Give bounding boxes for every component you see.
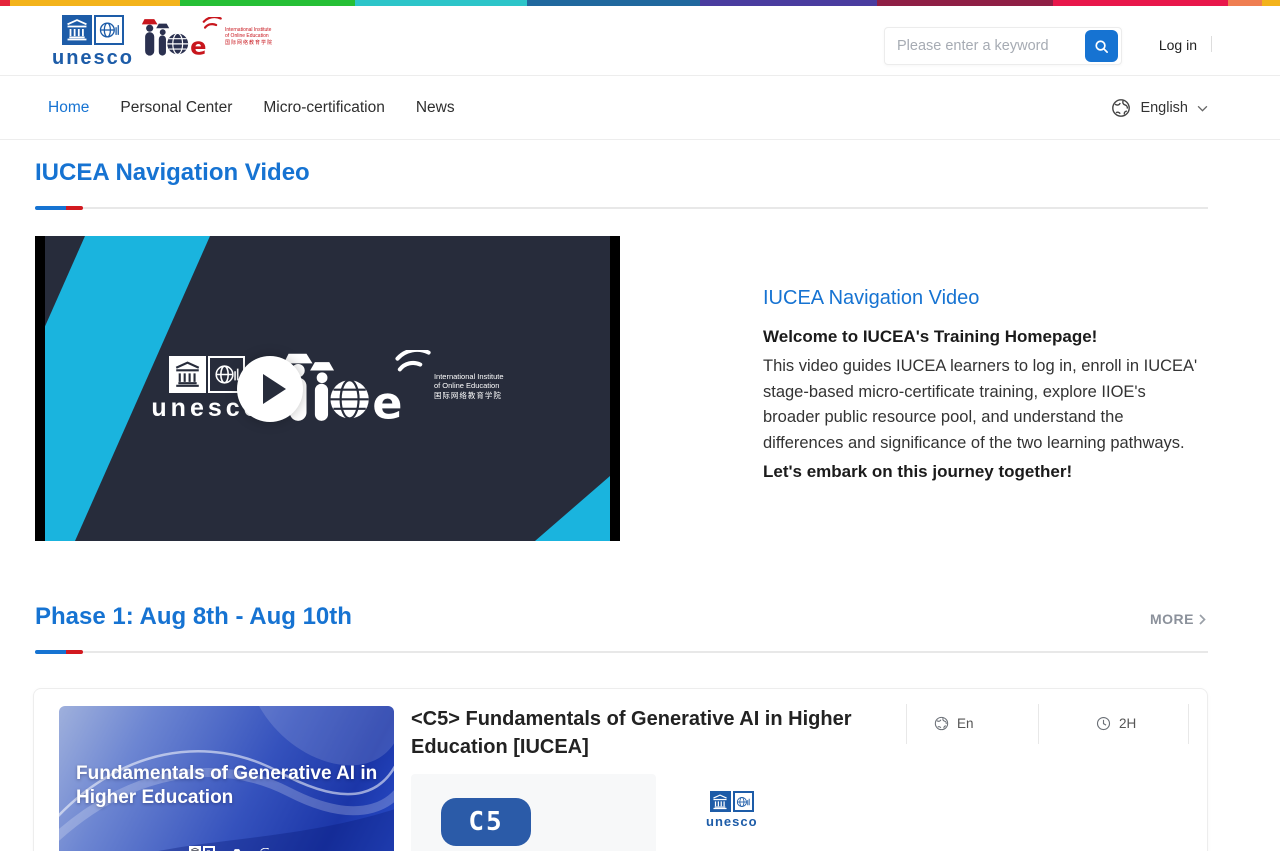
course-badge-panel: C5 xyxy=(411,774,656,851)
search-input[interactable] xyxy=(885,38,1085,54)
unesco-temple-icon xyxy=(169,356,206,393)
clock-icon xyxy=(1096,716,1111,731)
iioe-mark-icon xyxy=(136,17,222,59)
video-section-title: IUCEA Navigation Video xyxy=(35,159,310,187)
iioe-caption: International Institute of Online Educat… xyxy=(225,27,273,46)
iioe-caption-line2: of Online Education xyxy=(434,381,504,390)
course-language: En xyxy=(934,716,974,731)
course-language-label: En xyxy=(957,716,974,731)
cover-title-text: Fundamentals of Generative AI in Higher … xyxy=(76,762,378,810)
globe-icon xyxy=(1111,98,1131,118)
search-icon xyxy=(1094,39,1109,54)
chevron-down-icon xyxy=(1197,105,1208,112)
navigation-video-player[interactable]: unesco International Institute of Online… xyxy=(35,236,620,541)
search-button[interactable] xyxy=(1085,30,1118,62)
meta-divider xyxy=(906,704,907,744)
iioe-caption: International Institute of Online Educat… xyxy=(434,372,504,400)
iioe-logo[interactable]: International Institute of Online Educat… xyxy=(136,17,273,59)
course-provider-logos: unesco International Institute of Online… xyxy=(706,791,758,828)
course-card[interactable]: Fundamentals of Generative AI in Higher … xyxy=(33,688,1208,851)
section-rule xyxy=(35,207,1208,209)
iioe-homepage: unesco International Institute of Online… xyxy=(0,0,1280,851)
video-panel-title: IUCEA Navigation Video xyxy=(763,287,1203,310)
unesco-globe-icon xyxy=(94,15,124,45)
globe-icon xyxy=(934,716,949,731)
iioe-logo-white: International Institute of Online Educat… xyxy=(273,350,504,427)
course-title[interactable]: <C5> Fundamentals of Generative AI in Hi… xyxy=(411,705,886,761)
main-nav: Home Personal Center Micro-certification… xyxy=(0,76,1280,140)
nav-item-micro-certification[interactable]: Micro-certification xyxy=(263,99,384,117)
iioe-caption-zh: 国际网络教育学院 xyxy=(434,391,504,400)
meta-divider xyxy=(1038,704,1039,744)
welcome-text: Welcome to IUCEA's Training Homepage! xyxy=(763,327,1203,347)
unesco-logo[interactable]: unesco xyxy=(52,15,134,68)
video-frame: unesco International Institute of Online… xyxy=(45,236,610,541)
search-box xyxy=(884,27,1122,65)
nav-item-news[interactable]: News xyxy=(416,99,455,117)
unesco-globe-icon xyxy=(733,791,754,812)
unesco-logo-tiny: unesco xyxy=(184,846,218,851)
iioe-caption-line2: of Online Education xyxy=(225,33,273,39)
iioe-caption-line1: International Institute xyxy=(434,372,504,381)
video-description-text: This video guides IUCEA learners to log … xyxy=(763,354,1203,456)
unesco-wordmark: unesco xyxy=(52,48,134,68)
video-description-panel: IUCEA Navigation Video Welcome to IUCEA'… xyxy=(763,287,1203,482)
closing-text: Let's embark on this journey together! xyxy=(763,462,1203,482)
chevron-right-icon xyxy=(1199,614,1206,625)
more-link[interactable]: MORE xyxy=(1150,611,1206,627)
iioe-caption-zh: 国际网络教育学院 xyxy=(225,40,273,46)
unesco-temple-icon xyxy=(710,791,731,812)
unesco-wordmark: unesco xyxy=(706,815,758,828)
c5-badge: C5 xyxy=(441,798,531,846)
header-divider xyxy=(1211,36,1212,52)
section-rule xyxy=(35,651,1208,653)
more-label: MORE xyxy=(1150,611,1194,627)
course-duration: 2H xyxy=(1096,716,1136,731)
unesco-temple-icon xyxy=(62,15,92,45)
phase-section-title: Phase 1: Aug 8th - Aug 10th xyxy=(35,603,352,631)
language-switcher[interactable]: English xyxy=(1111,76,1208,140)
play-button[interactable] xyxy=(237,356,303,422)
unesco-logo-small: unesco xyxy=(706,791,758,828)
nav-item-personal-center[interactable]: Personal Center xyxy=(120,99,232,117)
login-link[interactable]: Log in xyxy=(1159,37,1197,53)
header: unesco International Institute of Online… xyxy=(0,6,1280,76)
meta-divider xyxy=(1188,704,1189,744)
video-overlay-logos: unesco International Institute of Online… xyxy=(45,236,610,541)
course-cover-image[interactable]: Fundamentals of Generative AI in Higher … xyxy=(59,706,394,851)
language-label: English xyxy=(1140,100,1188,116)
course-duration-label: 2H xyxy=(1119,716,1136,731)
section-rule-accent xyxy=(35,206,83,210)
cover-logos: unesco xyxy=(184,846,268,851)
nav-item-home[interactable]: Home xyxy=(48,99,89,117)
section-rule-accent xyxy=(35,650,83,654)
unesco-logo-marks xyxy=(62,15,124,45)
